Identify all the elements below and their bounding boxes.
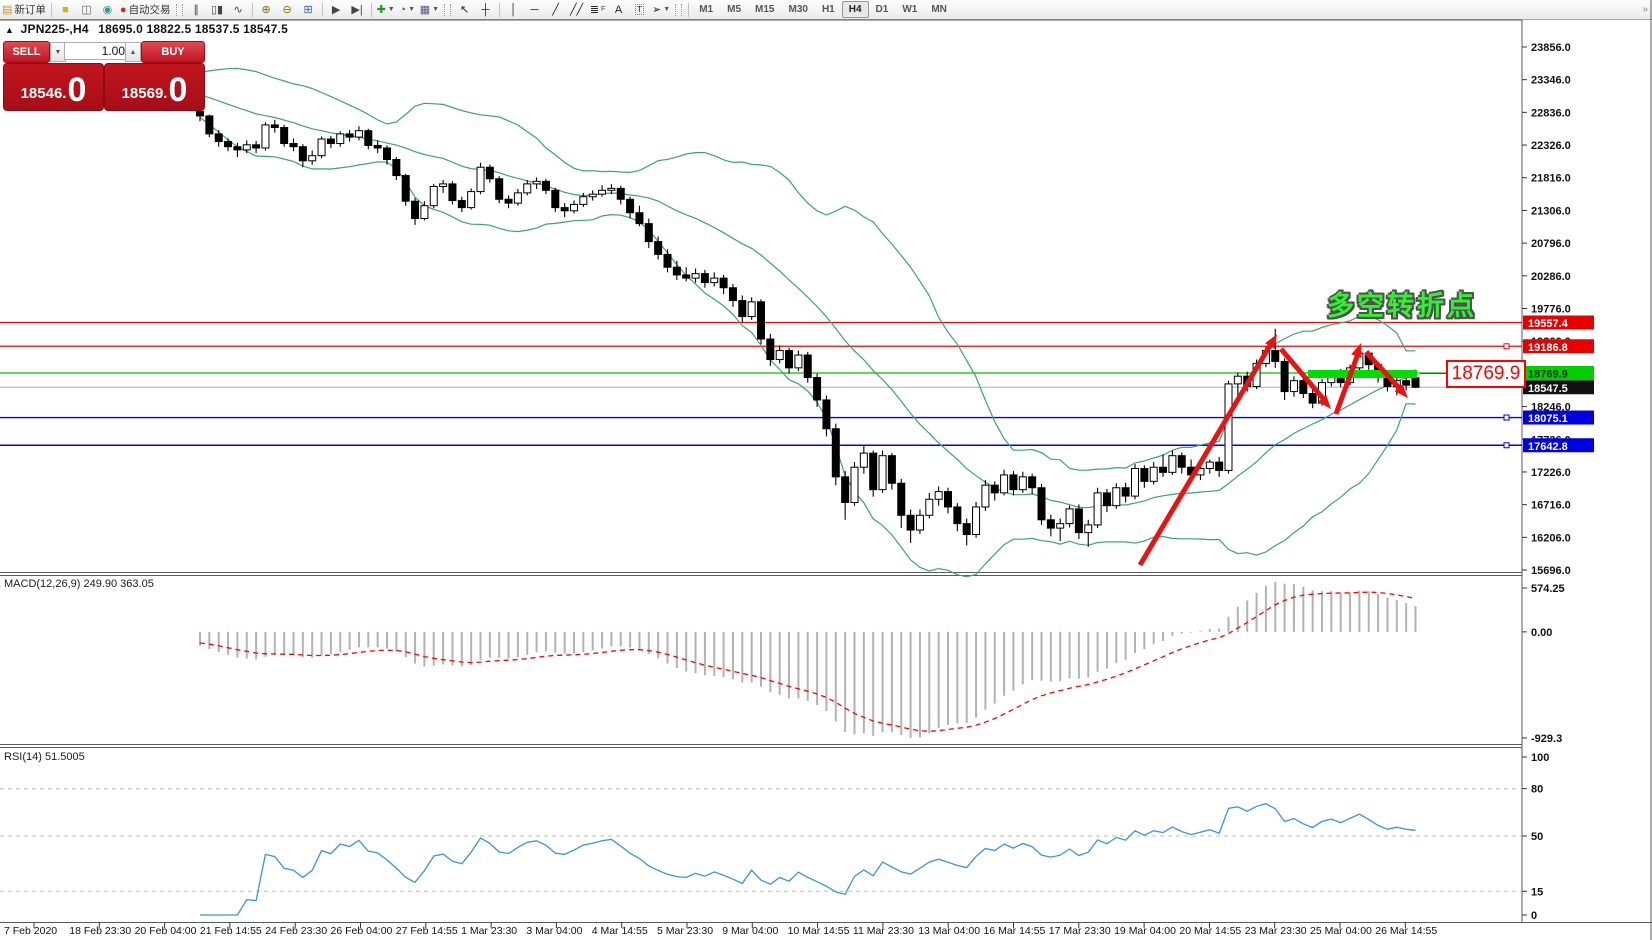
sell-price-panel[interactable]: 18546. 0 <box>3 63 104 111</box>
svg-text:18075.1: 18075.1 <box>1528 413 1568 425</box>
svg-text:10 Mar 14:55: 10 Mar 14:55 <box>788 925 850 937</box>
svg-text:0.00: 0.00 <box>1531 627 1552 639</box>
svg-text:0: 0 <box>1531 910 1537 922</box>
rsi-label: RSI(14) 51.5005 <box>4 751 85 763</box>
svg-text:21 Feb 14:55: 21 Feb 14:55 <box>200 925 262 937</box>
svg-text:27 Feb 14:55: 27 Feb 14:55 <box>396 925 458 937</box>
svg-text:11 Mar 23:30: 11 Mar 23:30 <box>853 925 914 937</box>
volume-up-button[interactable]: ▲ <box>125 42 141 62</box>
svg-text:26 Feb 04:00: 26 Feb 04:00 <box>331 925 393 937</box>
svg-text:100: 100 <box>1531 752 1549 764</box>
svg-text:5 Mar 23:30: 5 Mar 23:30 <box>657 925 713 937</box>
svg-text:22836.0: 22836.0 <box>1531 107 1571 119</box>
svg-text:23 Mar 23:30: 23 Mar 23:30 <box>1245 925 1307 937</box>
symbol-period-label: JPN225-,H4 <box>21 22 89 36</box>
svg-text:16716.0: 16716.0 <box>1531 500 1571 512</box>
svg-text:22326.0: 22326.0 <box>1531 140 1571 152</box>
svg-text:1 Mar 23:30: 1 Mar 23:30 <box>461 925 517 937</box>
svg-text:3 Mar 04:00: 3 Mar 04:00 <box>526 925 582 937</box>
collapse-triangle-icon[interactable]: ▲ <box>5 25 14 35</box>
svg-text:18 Feb 23:30: 18 Feb 23:30 <box>69 925 131 937</box>
svg-text:19186.8: 19186.8 <box>1528 342 1568 354</box>
sell-button[interactable]: SELL <box>3 41 50 63</box>
buy-price-panel[interactable]: 18569. 0 <box>104 63 205 111</box>
svg-text:17642.8: 17642.8 <box>1528 441 1568 453</box>
svg-text:21306.0: 21306.0 <box>1531 205 1571 217</box>
svg-text:19 Mar 04:00: 19 Mar 04:00 <box>1114 925 1176 937</box>
svg-text:24 Feb 23:30: 24 Feb 23:30 <box>265 925 327 937</box>
candlestick-series <box>197 107 1420 547</box>
svg-text:13 Mar 04:00: 13 Mar 04:00 <box>918 925 980 937</box>
svg-text:-929.3: -929.3 <box>1531 733 1562 745</box>
svg-text:17 Mar 23:30: 17 Mar 23:30 <box>1049 925 1111 937</box>
turning-point-annotation[interactable]: 多空转折点 <box>1327 284 1477 323</box>
svg-text:574.25: 574.25 <box>1531 583 1565 595</box>
svg-text:7 Feb 2020: 7 Feb 2020 <box>4 925 57 937</box>
sell-price-big-digit: 0 <box>67 73 86 107</box>
buy-price-big-digit: 0 <box>168 73 187 107</box>
ohlc-values: 18695.0 18822.5 18537.5 18547.5 <box>98 22 288 36</box>
svg-text:20 Feb 04:00: 20 Feb 04:00 <box>135 925 197 937</box>
svg-text:18769.9: 18769.9 <box>1528 369 1568 381</box>
svg-text:19557.4: 19557.4 <box>1528 318 1569 330</box>
svg-text:20 Mar 14:55: 20 Mar 14:55 <box>1179 925 1241 937</box>
svg-text:50: 50 <box>1531 831 1543 843</box>
svg-text:20286.0: 20286.0 <box>1531 271 1571 283</box>
macd-label: MACD(12,26,9) 249.90 363.05 <box>4 578 154 590</box>
svg-text:26 Mar 14:55: 26 Mar 14:55 <box>1375 925 1437 937</box>
svg-text:25 Mar 04:00: 25 Mar 04:00 <box>1310 925 1372 937</box>
callout-connector <box>1420 373 1446 374</box>
svg-text:21816.0: 21816.0 <box>1531 173 1571 185</box>
chart-canvas: 23856.0 23346.0 22836.0 22326.0 21816.0 21306… <box>0 0 1652 940</box>
buy-price: 18569. <box>122 81 168 107</box>
sell-price: 18546. <box>21 81 67 107</box>
svg-text:15: 15 <box>1531 886 1543 898</box>
svg-text:23346.0: 23346.0 <box>1531 75 1571 87</box>
svg-text:20796.0: 20796.0 <box>1531 238 1571 250</box>
svg-text:4 Mar 14:55: 4 Mar 14:55 <box>592 925 648 937</box>
svg-text:16 Mar 14:55: 16 Mar 14:55 <box>984 925 1046 937</box>
buy-button[interactable]: BUY <box>141 41 205 63</box>
rsi-panel: 100 80 50 15 0 <box>0 752 1549 922</box>
volume-input[interactable]: 1.00 <box>64 42 130 60</box>
svg-text:80: 80 <box>1531 784 1543 796</box>
time-axis: 7 Feb 2020 18 Feb 23:30 20 Feb 04:0021 Feb… <box>4 923 1437 938</box>
macd-panel: 574.25 0.00 -929.3 <box>200 582 1565 745</box>
svg-text:15696.0: 15696.0 <box>1531 565 1571 577</box>
svg-text:16206.0: 16206.0 <box>1531 532 1571 544</box>
price-axis: 23856.0 23346.0 22836.0 22326.0 21816.0 21306… <box>1522 42 1594 577</box>
price-callout[interactable]: 18769.9 <box>1446 360 1526 388</box>
symbol-title: ▲ JPN225-,H4 18695.0 18822.5 18537.5 185… <box>5 22 288 36</box>
mt4-terminal: ▤新订单■◫◉●自动交易∥▯▮∿⊕⊖⊞▶▶|✚▼◔▼▦▼↖┼│─╱╱╱≣FAT➢… <box>0 0 1652 940</box>
svg-text:18547.5: 18547.5 <box>1528 383 1568 395</box>
panel-borders <box>0 0 1652 940</box>
svg-text:9 Mar 04:00: 9 Mar 04:00 <box>722 925 778 937</box>
svg-text:17226.0: 17226.0 <box>1531 467 1571 479</box>
svg-text:23856.0: 23856.0 <box>1531 42 1571 54</box>
one-click-trading-panel: SELL ▼ 1.00 ▲ BUY 18546. 0 18569. 0 <box>2 40 204 106</box>
svg-text:19776.0: 19776.0 <box>1531 304 1571 316</box>
